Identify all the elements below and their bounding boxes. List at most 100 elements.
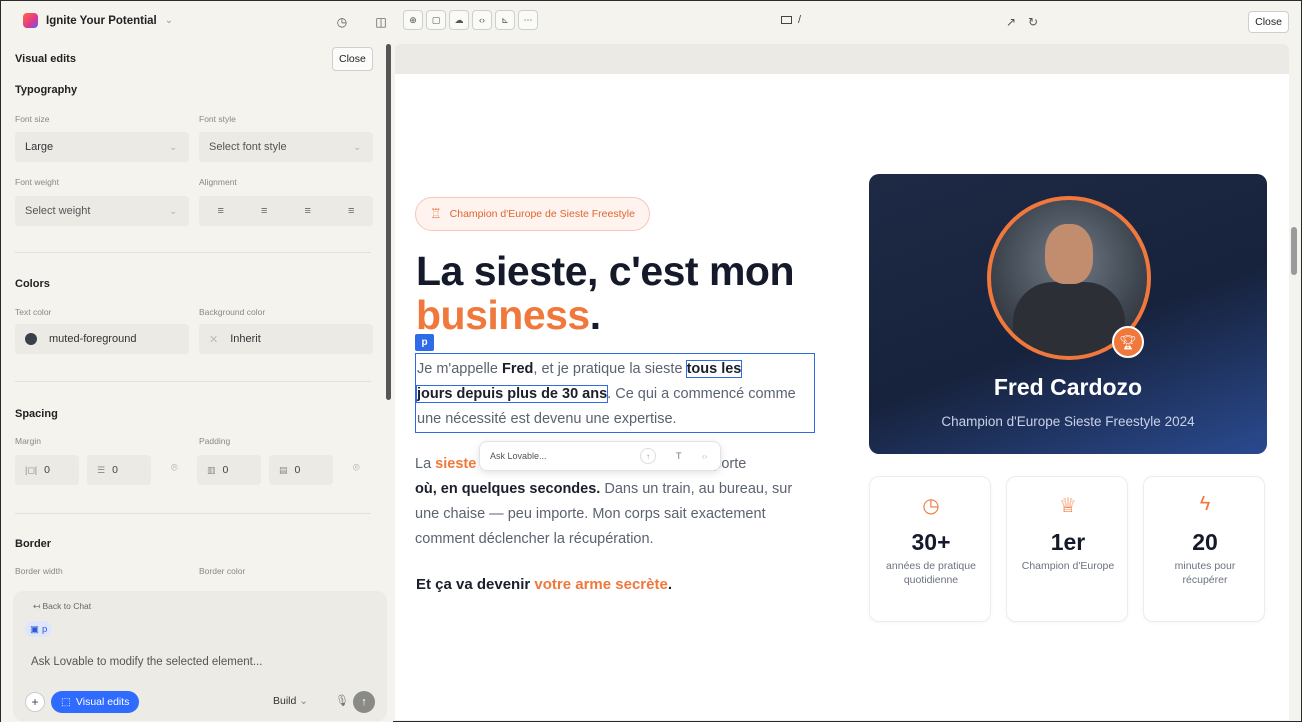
stat-label: années de pratique quotidienne (886, 560, 976, 586)
font-style-value: Select font style (209, 141, 287, 153)
para1-text: , et je pratique la sieste (533, 361, 687, 377)
align-right-icon[interactable]: ≡ (305, 205, 311, 217)
panel-scrollbar[interactable] (386, 44, 391, 400)
para1-text: Je m'appelle (417, 361, 502, 377)
padding-x-input[interactable]: ▥ 0 (197, 455, 261, 485)
padding-expand-icon[interactable]: ⌾ (353, 462, 360, 475)
view-toolbar: ⊕ ▢ ☁ ‹› ⊾ ⋯ (403, 10, 538, 30)
ask-lovable-input[interactable]: Ask Lovable... (490, 451, 547, 461)
colors-title: Colors (15, 278, 50, 290)
margin-expand-icon[interactable]: ⌾ (171, 462, 178, 475)
align-justify-icon[interactable]: ≡ (348, 205, 354, 217)
margin-label: Margin (15, 436, 41, 446)
build-label: Build (273, 695, 297, 707)
stat-card: ♕ 1er Champion d'Europe (1006, 476, 1128, 622)
selected-element-tag-label: p (415, 334, 434, 351)
chevron-down-icon: ⌄ (169, 141, 177, 152)
headline-period: . (589, 292, 601, 338)
bg-color-label: Background color (199, 307, 266, 317)
para1-highlight[interactable]: jours depuis plus de 30 ans (415, 385, 609, 403)
font-style-label: Font style (199, 114, 236, 124)
close-preview-button[interactable]: Close (1248, 11, 1289, 33)
globe-icon[interactable]: ⊕ (403, 10, 423, 30)
profile-name: Fred Cardozo (993, 374, 1143, 400)
headline-line-1[interactable]: La sieste, c'est mon (416, 248, 795, 295)
font-size-label: Font size (15, 114, 50, 124)
align-center-icon[interactable]: ≡ (261, 205, 267, 217)
font-style-select[interactable]: Select font style ⌄ (199, 132, 373, 162)
align-left-icon[interactable]: ≡ (218, 205, 224, 217)
para2-accent: sieste (435, 456, 477, 472)
back-to-chat-label: Back to Chat (42, 601, 92, 611)
champion-badge: ♖ Champion d'Europe de Sieste Freestyle (415, 197, 650, 231)
text-color-label: Text color (15, 307, 52, 317)
attach-button[interactable]: + (25, 692, 45, 712)
visual-edits-button[interactable]: ⬚ Visual edits (51, 691, 140, 713)
lightning-icon: ϟ (1199, 493, 1211, 515)
stat-value: 30+ (911, 529, 951, 555)
margin-y-input[interactable]: ☰ 0 (87, 455, 151, 485)
selected-paragraph[interactable]: Je m'appelle Fred, et je pratique la sie… (415, 353, 815, 433)
para1-highlight[interactable]: tous les (685, 360, 743, 378)
chevron-down-icon: ⌄ (299, 695, 309, 707)
margin-x-input[interactable]: |◻| 0 (15, 455, 79, 485)
panel-close-button[interactable]: Close (332, 47, 373, 71)
history-icon[interactable]: ◷ (333, 13, 351, 31)
cloud-icon[interactable]: ☁ (449, 10, 469, 30)
page-icon[interactable]: ▢ (426, 10, 446, 30)
code-icon[interactable]: ‹› (702, 452, 707, 461)
arrow-up-icon[interactable]: ↑ (640, 448, 656, 464)
app-window: Ignite Your Potential ⌄ ◷ ◫ ⊕ ▢ ☁ ‹› ⊾ ⋯… (0, 0, 1302, 722)
font-size-select[interactable]: Large ⌄ (15, 132, 189, 162)
project-switcher[interactable]: Ignite Your Potential ⌄ (23, 13, 173, 28)
tagline-period: . (667, 576, 672, 593)
open-external-icon[interactable]: ↗ (1002, 13, 1020, 31)
microphone-icon[interactable]: 🎙︎ (335, 694, 349, 707)
profile-card: 🏆︎ Fred Cardozo Champion d'Europe Sieste… (869, 174, 1267, 454)
chat-input-box: ↤ Back to Chat ▣ p Ask Lovable to modify… (13, 591, 387, 721)
top-bar: Ignite Your Potential ⌄ ◷ ◫ ⊕ ▢ ☁ ‹› ⊾ ⋯… (1, 1, 1301, 44)
border-color-label: Border color (199, 566, 246, 576)
selected-element-chip[interactable]: ▣ p (25, 621, 53, 637)
font-weight-select[interactable]: Select weight ⌄ (15, 196, 189, 226)
more-icon[interactable]: ⋯ (518, 10, 538, 30)
avatar-body (1013, 282, 1125, 356)
padding-label: Padding (199, 436, 231, 446)
send-button[interactable]: ↑ (353, 691, 375, 713)
project-name: Ignite Your Potential (46, 14, 157, 27)
text-icon[interactable]: T (676, 451, 682, 461)
build-mode-select[interactable]: Build ⌄ (273, 695, 308, 707)
chat-input[interactable]: Ask Lovable to modify the selected eleme… (31, 656, 262, 668)
typography-title: Typography (15, 84, 78, 96)
font-weight-value: Select weight (25, 205, 91, 217)
text-color-select[interactable]: muted-foreground (15, 324, 189, 354)
badge-text: Champion d'Europe de Sieste Freestyle (449, 208, 635, 220)
padding-y-input[interactable]: ▤ 0 (269, 455, 333, 485)
color-swatch-icon (25, 333, 37, 345)
ask-lovable-popup[interactable]: Ask Lovable... ↑ T ‹› (479, 441, 721, 471)
back-to-chat-link[interactable]: ↤ Back to Chat (33, 601, 91, 612)
visual-edits-label: Visual edits (75, 696, 130, 708)
bg-color-value: Inherit (230, 333, 261, 345)
url-bar[interactable]: / (781, 14, 801, 26)
sidebar-toggle-icon[interactable]: ◫ (372, 13, 390, 31)
padding-horizontal-icon: ▥ (207, 464, 216, 475)
margin-horizontal-icon: |◻| (25, 464, 38, 475)
lovable-logo-icon (23, 13, 38, 28)
element-icon: ▣ (30, 623, 39, 635)
bg-color-select[interactable]: ✕ Inherit (199, 324, 373, 354)
code-icon[interactable]: ‹› (472, 10, 492, 30)
tagline-accent: votre arme secrète (534, 576, 668, 593)
divider (15, 381, 371, 382)
preview-scrollbar[interactable] (1291, 227, 1297, 275)
cursor-select-icon: ⬚ (61, 696, 71, 708)
stat-card: ϟ 20 minutes pour récupérer (1143, 476, 1265, 622)
tagline: Et ça va devenir votre arme secrète. (416, 576, 672, 593)
margin-vertical-icon: ☰ (97, 464, 106, 475)
refresh-icon[interactable]: ↻ (1024, 13, 1042, 31)
font-size-value: Large (25, 141, 54, 153)
para2-bold: où, en quelques secondes. (415, 481, 601, 497)
analytics-icon[interactable]: ⊾ (495, 10, 515, 30)
selected-element-tag: p (41, 623, 48, 635)
headline-line-2[interactable]: business. (416, 292, 601, 339)
